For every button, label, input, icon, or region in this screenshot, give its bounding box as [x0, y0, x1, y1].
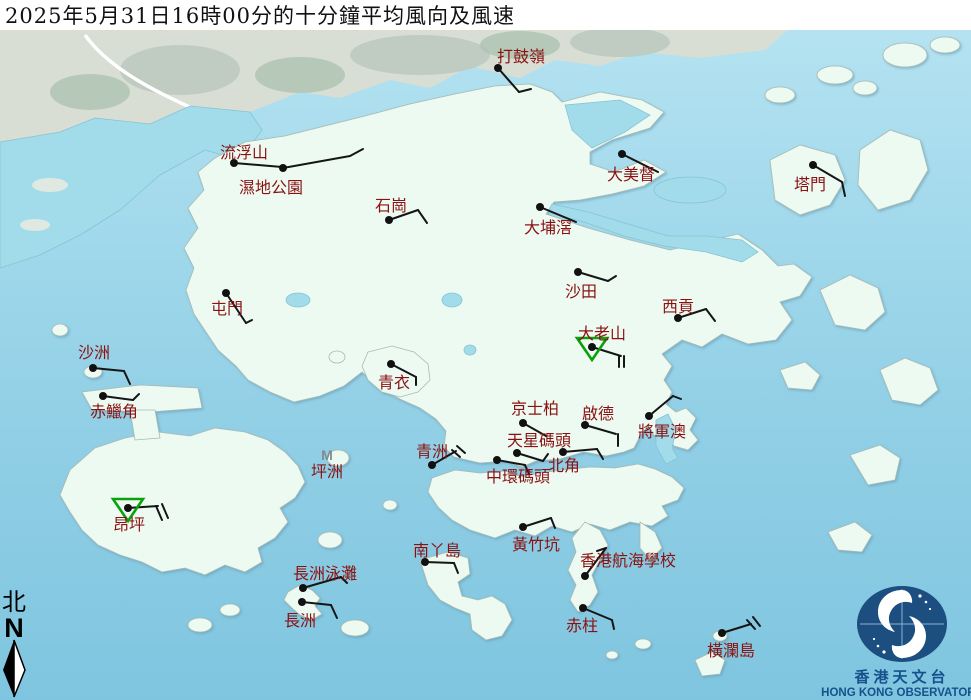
station-label: 赤鱲角: [90, 402, 138, 421]
shek-kwu-chau: [340, 619, 370, 637]
station-label: 將軍澳: [638, 422, 686, 441]
station-dot: [385, 216, 393, 224]
station-dot: [559, 448, 567, 456]
station-dot: [124, 504, 132, 512]
station-dot: [536, 203, 544, 211]
compass-north-latin: N: [4, 613, 24, 643]
station-dot: [519, 523, 527, 531]
islet: [634, 638, 652, 650]
kowloon-reservoir: [463, 344, 477, 356]
station-label: 沙田: [565, 282, 597, 301]
compass-north-cjk: 北: [2, 588, 26, 616]
soko-islet: [187, 617, 213, 633]
station-dot: [519, 419, 527, 427]
ma-wan-island: [328, 350, 346, 364]
mudflat: [20, 219, 50, 231]
station-dot: [89, 364, 97, 372]
islet: [605, 650, 619, 660]
station-label: 香港航海學校: [580, 551, 676, 570]
station-dot: [618, 150, 626, 158]
station-label: 橫瀾島: [707, 641, 755, 660]
station-dot: [387, 360, 395, 368]
title-bar: 2025年5月31日16時00分的十分鐘平均風向及風速: [0, 0, 971, 30]
lung-kwu-chau: [51, 323, 69, 337]
station-label: 青衣: [378, 373, 410, 392]
station-label: 沙洲: [78, 343, 110, 362]
station-label: 濕地公園: [239, 178, 303, 197]
map-canvas: 流浮山濕地公園 打鼓嶺石崗 大美督塔門大埔滘沙田西貢大老山 屯門沙洲赤鱲角 青衣京士柏 啟…: [0, 0, 971, 700]
station-dot: [718, 629, 726, 637]
hko-logo-cjk-text: 香港天文台: [854, 668, 949, 686]
station-dot: [809, 161, 817, 169]
station-label: 天星碼頭: [507, 431, 571, 450]
station-label: 大老山: [578, 324, 626, 343]
station-label: 長洲: [284, 611, 316, 630]
station-label: 塔門: [794, 175, 826, 194]
station-dot: [581, 572, 589, 580]
station-label: 西貢: [662, 297, 694, 316]
station-label: 中環碼頭: [486, 467, 550, 486]
tai-lam-reservoir: [285, 292, 311, 308]
station-label: 石崗: [375, 196, 407, 215]
station-label: 流浮山: [220, 143, 268, 162]
kau-yi-chau: [382, 499, 398, 511]
station-dot: [579, 604, 587, 612]
station-label: 啟德: [582, 404, 614, 423]
station-dot: [298, 598, 306, 606]
station-label: 赤柱: [566, 616, 598, 635]
station-label: 打鼓嶺: [497, 47, 545, 66]
islet: [852, 80, 878, 96]
wind-map-page: 2025年5月31日16時00分的十分鐘平均風向及風速 流浮山 濕地公園 打鼓嶺…: [0, 0, 971, 700]
station-dot: [279, 164, 287, 172]
station-dot: [428, 461, 436, 469]
station-label: 南丫島: [413, 541, 461, 560]
station-dot: [493, 456, 501, 464]
wind-barb: [424, 561, 455, 564]
station-dot: [588, 343, 596, 351]
islet: [764, 86, 796, 104]
hei-ling-chau: [317, 531, 343, 549]
station-label: 青洲: [416, 442, 448, 461]
islet: [929, 36, 961, 54]
station-label: 屯門: [211, 299, 243, 318]
shing-mun-reservoir: [441, 292, 463, 308]
hko-logo-en-text: HONG KONG OBSERVATORY: [821, 687, 971, 699]
station-dot: [222, 289, 230, 297]
soko-islet: [219, 603, 241, 617]
station-dot: [513, 449, 521, 457]
station-label: 坪洲: [311, 462, 343, 481]
station-dot: [574, 268, 582, 276]
station-label: 大美督: [607, 165, 655, 184]
station-dot: [299, 584, 307, 592]
station-label: 長洲泳灘: [293, 564, 357, 583]
islet: [882, 42, 928, 68]
station-label: 京士柏: [511, 399, 559, 418]
plover-cove: [653, 176, 727, 204]
map-title: 2025年5月31日16時00分的十分鐘平均風向及風速: [5, 4, 515, 28]
station-label: 北角: [548, 456, 580, 475]
station-dot: [99, 392, 107, 400]
station-label: 大埔滘: [524, 218, 572, 237]
station-label: 黃竹坑: [512, 535, 560, 554]
station-label: 昂坪: [113, 515, 145, 534]
missing-data-icon: M: [321, 447, 333, 463]
mudflat: [32, 178, 68, 192]
station-dot: [645, 412, 653, 420]
islet: [816, 65, 854, 85]
